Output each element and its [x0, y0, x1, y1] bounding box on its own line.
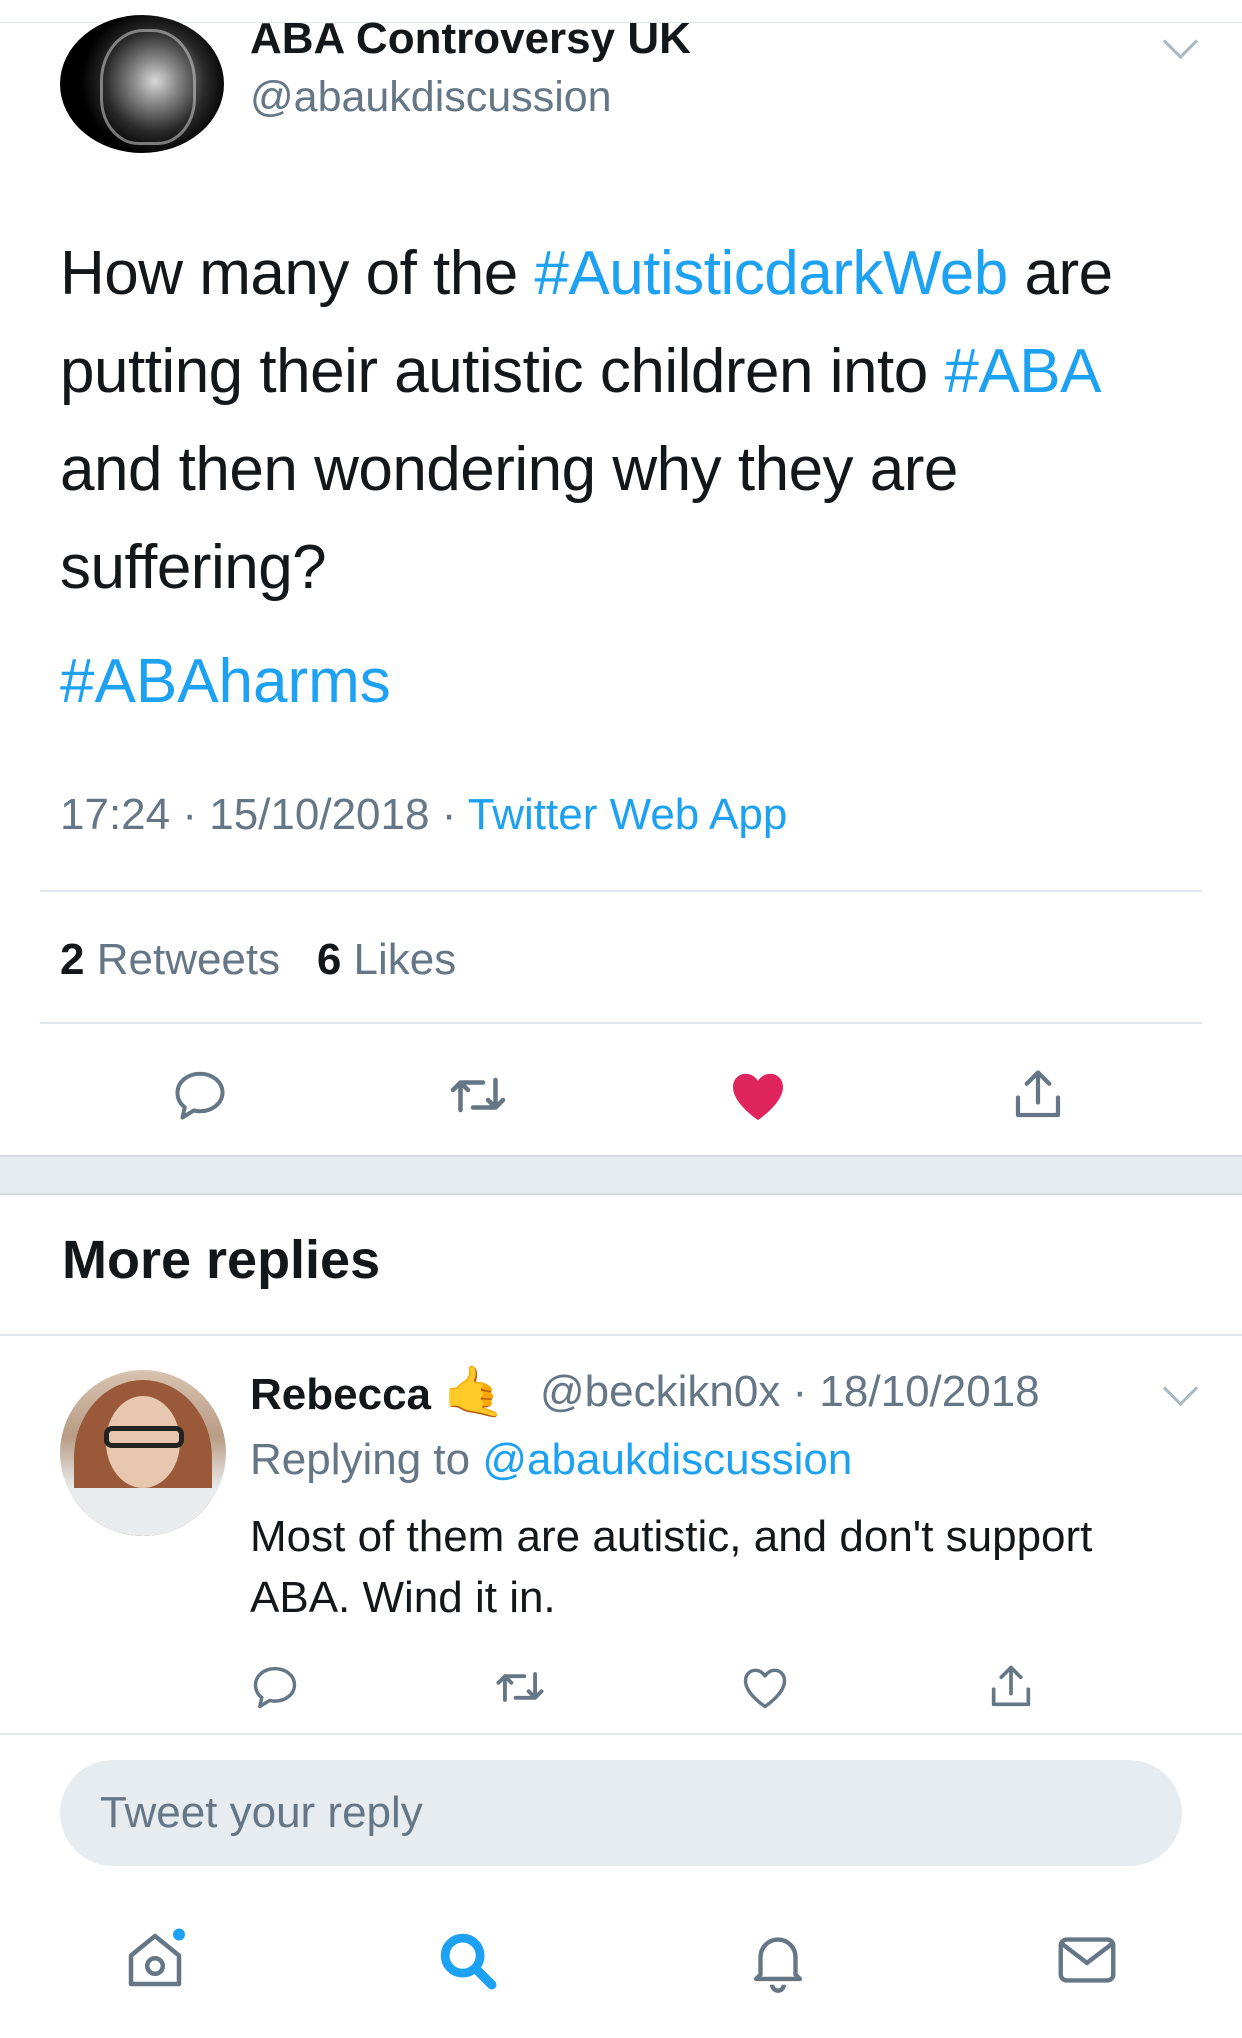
tweet-text-line: and then wondering why they are — [60, 435, 958, 504]
replying-to: Replying to @abaukdiscussion — [250, 1430, 852, 1490]
reply-reply-icon[interactable] — [240, 1652, 310, 1722]
divider — [40, 1022, 1202, 1024]
tweet-text: How many of the #AutisticdarkWeb are put… — [60, 225, 1190, 617]
more-replies-heading: More replies — [62, 1230, 381, 1290]
hashtag-link[interactable]: #ABAharms — [60, 633, 391, 731]
tweet-stats: 2 Retweets 6 Likes — [60, 930, 456, 990]
section-separator — [0, 1155, 1242, 1195]
reply-author-name[interactable]: Rebecca 🤙 — [250, 1362, 506, 1425]
tweet-client-link[interactable]: Twitter Web App — [468, 790, 788, 839]
divider — [0, 1733, 1242, 1735]
tweet-text-line: putting their autistic children into — [60, 337, 945, 406]
divider — [0, 1334, 1242, 1336]
replying-to-label: Replying to — [250, 1435, 471, 1484]
tweet-text-line: suffering? — [60, 533, 327, 602]
tweet-reply-input[interactable]: Tweet your reply — [60, 1760, 1182, 1866]
messages-icon[interactable] — [1042, 1915, 1132, 2005]
notifications-icon[interactable] — [733, 1915, 823, 2005]
share-icon[interactable] — [998, 1055, 1078, 1135]
likes-stat[interactable]: 6 Likes — [317, 935, 456, 984]
hashtag-link[interactable]: #AutisticdarkWeb — [534, 239, 1008, 308]
reply-icon[interactable] — [160, 1055, 240, 1135]
reply-display-name: Rebecca — [250, 1370, 432, 1419]
tweet-time: 17:24 — [60, 790, 171, 839]
reply-text: Most of them are autistic, and don't sup… — [250, 1512, 1093, 1622]
like-icon[interactable] — [718, 1055, 798, 1135]
author-avatar[interactable] — [60, 15, 224, 153]
reply-options-chevron-icon[interactable] — [1160, 1370, 1200, 1412]
author-display-name[interactable]: ABA Controversy UK — [250, 14, 691, 64]
call-me-hand-emoji: 🤙 — [443, 1364, 506, 1420]
author-handle[interactable]: @abaukdiscussion — [250, 72, 612, 122]
reply-author-avatar[interactable] — [60, 1370, 226, 1536]
retweet-icon[interactable] — [438, 1055, 518, 1135]
retweets-stat[interactable]: 2 Retweets — [60, 935, 280, 984]
reply-share-icon[interactable] — [976, 1652, 1046, 1722]
replying-to-handle-link[interactable]: @abaukdiscussion — [482, 1435, 852, 1484]
tweet-text-line: How many of the — [60, 239, 535, 308]
tweet-date: 15/10/2018 — [209, 790, 430, 839]
separator: · — [182, 790, 197, 839]
tweet-timestamp: 17:24 · 15/10/2018 · Twitter Web App — [60, 785, 787, 845]
reply-input-placeholder: Tweet your reply — [100, 1788, 423, 1837]
search-icon[interactable] — [422, 1915, 512, 2005]
tweet-options-chevron-icon[interactable] — [1160, 23, 1200, 65]
home-icon[interactable] — [110, 1915, 200, 2005]
tweet-text-line: are — [1007, 239, 1113, 308]
hashtag-link[interactable]: #ABA — [944, 337, 1101, 406]
reply-retweet-icon[interactable] — [485, 1652, 555, 1722]
divider — [40, 890, 1202, 892]
separator: · — [441, 790, 457, 839]
new-content-dot — [173, 1928, 185, 1941]
reply-handle-date[interactable]: @beckikn0x · 18/10/2018 — [540, 1362, 1040, 1422]
reply-like-icon[interactable] — [730, 1652, 800, 1722]
